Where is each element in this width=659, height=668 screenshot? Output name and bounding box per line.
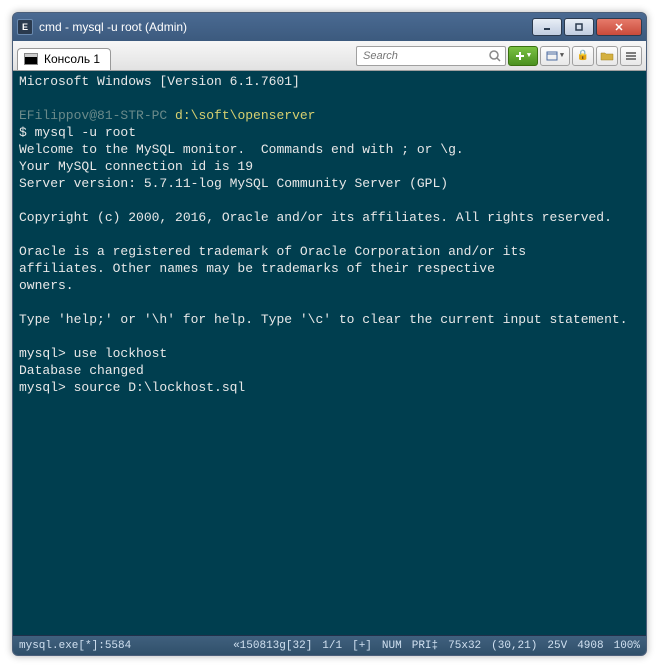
app-icon: E	[17, 19, 33, 35]
statusbar: mysql.exe[*]:5584 «150813g[32] 1/1 [+] N…	[13, 635, 646, 655]
status-size: 75x32	[448, 640, 481, 652]
maximize-button[interactable]	[564, 18, 594, 36]
plus-icon	[515, 51, 525, 61]
minimize-button[interactable]	[532, 18, 562, 36]
hamburger-icon	[625, 51, 637, 61]
app-window: E cmd - mysql -u root (Admin) Консоль 1	[12, 12, 647, 656]
window-title: cmd - mysql -u root (Admin)	[39, 20, 532, 34]
status-num: NUM	[382, 640, 402, 652]
status-zoom: 100%	[614, 640, 640, 652]
terminal-output[interactable]: Microsoft Windows [Version 6.1.7601] EFi…	[13, 71, 646, 635]
status-pri: PRI‡	[412, 640, 438, 652]
status-v: 25V	[547, 640, 567, 652]
tab-console-1[interactable]: Консоль 1	[17, 48, 111, 70]
open-folder-button[interactable]	[596, 46, 618, 66]
search-icon	[488, 49, 502, 63]
tab-label: Консоль 1	[44, 52, 100, 66]
window-icon	[546, 51, 558, 61]
new-tab-button[interactable]: ▼	[508, 46, 538, 66]
window-controls	[532, 18, 642, 36]
status-mem: 4908	[577, 640, 603, 652]
search-wrap	[356, 46, 506, 66]
lock-button[interactable]: 🔒	[572, 46, 594, 66]
minimize-icon	[542, 22, 552, 32]
titlebar[interactable]: E cmd - mysql -u root (Admin)	[13, 13, 646, 41]
lock-icon: 🔒	[577, 50, 589, 62]
console-icon	[24, 53, 38, 65]
toolbar: Консоль 1 ▼ ▼ 🔒	[13, 41, 646, 71]
maximize-icon	[574, 22, 584, 32]
close-button[interactable]	[596, 18, 642, 36]
menu-button[interactable]	[620, 46, 642, 66]
chevron-down-icon: ▼	[527, 52, 531, 60]
status-cursor: (30,21)	[491, 640, 537, 652]
folder-icon	[600, 50, 614, 62]
status-encoding: «150813g[32]	[233, 640, 312, 652]
close-icon	[614, 22, 624, 32]
search-input[interactable]	[356, 46, 506, 66]
chevron-down-icon: ▼	[560, 52, 564, 60]
status-mode: [+]	[352, 640, 372, 652]
status-process: mysql.exe[*]:5584	[19, 640, 131, 652]
status-lines: 1/1	[322, 640, 342, 652]
window-list-button[interactable]: ▼	[540, 46, 570, 66]
